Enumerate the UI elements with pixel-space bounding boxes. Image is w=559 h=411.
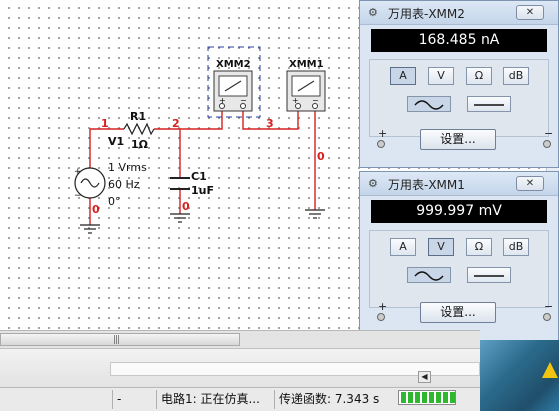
meter-title: 万用表-XMM2 (388, 7, 465, 21)
meter-title: 万用表-XMM1 (388, 178, 465, 192)
source-phase: 0° (108, 195, 121, 208)
desktop-background (480, 340, 559, 411)
multimeter-icon: ⚙ (368, 177, 378, 190)
multimeter-window-xmm1: ⚙ 万用表-XMM1 ✕ 999.997 mV A V Ω dB + 设置...… (359, 171, 559, 341)
meter-reading: 999.997 mV (371, 200, 547, 223)
ammeter-button[interactable]: A (390, 238, 416, 256)
xmm1-label: XMM1 (289, 59, 324, 70)
warning-icon (542, 362, 558, 378)
horizontal-scrollbar[interactable]: ||| (0, 330, 480, 348)
xmm1-minus-label: − (312, 96, 319, 105)
plus-terminal-label: + (378, 300, 388, 313)
node-label-3: 3 (266, 117, 274, 130)
minus-terminal-label: − (544, 127, 554, 140)
resistor-name: R1 (130, 110, 146, 123)
source-name: V1 (108, 135, 124, 148)
meter-titlebar[interactable]: ⚙ 万用表-XMM2 ✕ (360, 1, 558, 25)
multimeter-window-xmm2: ⚙ 万用表-XMM2 ✕ 168.485 nA A V Ω dB + 设置...… (359, 0, 559, 168)
plus-terminal[interactable] (377, 140, 385, 148)
settings-button[interactable]: 设置... (420, 302, 496, 323)
dc-mode-button[interactable] (467, 96, 511, 112)
capacitor-name: C1 (191, 170, 207, 183)
node-label-2: 2 (172, 117, 180, 130)
status-cell-1: - (112, 390, 156, 409)
decibel-button[interactable]: dB (503, 238, 529, 256)
previous-arrow-icon[interactable]: ◀ (418, 371, 431, 383)
sine-wave-icon (414, 271, 444, 281)
meter-control-panel: A V Ω dB (369, 230, 549, 308)
simulation-status: 电路1: 正在仿真... (156, 390, 274, 409)
settings-button[interactable]: 设置... (420, 129, 496, 150)
meter-control-panel: A V Ω dB (369, 59, 549, 137)
ground-symbols (80, 209, 325, 234)
xmm1-symbol[interactable] (286, 70, 326, 112)
ac-mode-button[interactable] (407, 267, 451, 283)
meter-titlebar[interactable]: ⚙ 万用表-XMM1 ✕ (360, 172, 558, 196)
dc-line-icon (474, 275, 504, 277)
capacitor-value: 1uF (191, 184, 214, 197)
decibel-button[interactable]: dB (503, 67, 529, 85)
ac-mode-button[interactable] (407, 96, 451, 112)
node-label-ground-xmm1: 0 (317, 150, 325, 163)
xmm1-plus-label: + (292, 96, 299, 105)
plus-terminal-label: + (378, 127, 388, 140)
xmm2-minus-label: − (240, 96, 247, 105)
node-label-ground-cap: 0 (182, 200, 190, 213)
ac-source-symbol: + − (74, 167, 106, 201)
minus-terminal[interactable] (543, 313, 551, 321)
svg-text:+: + (74, 167, 82, 177)
simulation-progress-bar (398, 390, 456, 405)
ammeter-button[interactable]: A (390, 67, 416, 85)
dc-line-icon (474, 104, 504, 106)
plus-terminal[interactable] (377, 313, 385, 321)
capacitor-symbol (170, 177, 190, 190)
ohmmeter-button[interactable]: Ω (466, 238, 492, 256)
minus-terminal[interactable] (543, 140, 551, 148)
multimeter-icon: ⚙ (368, 6, 378, 19)
node-label-1: 1 (101, 117, 109, 130)
xmm2-symbol[interactable] (213, 70, 253, 112)
transfer-function-time: 传递函数: 7.343 s (274, 390, 396, 409)
minus-terminal-label: − (544, 300, 554, 313)
xmm2-label: XMM2 (216, 59, 251, 70)
voltmeter-button[interactable]: V (428, 238, 454, 256)
node-label-ground-source: 0 (92, 203, 100, 216)
voltmeter-button[interactable]: V (428, 67, 454, 85)
grip-icon: ||| (113, 335, 120, 345)
resistor-value: 1Ω (131, 138, 149, 151)
wire-xmm2-plus (207, 111, 223, 130)
svg-text:−: − (74, 191, 82, 201)
sine-wave-icon (414, 100, 444, 110)
scrollbar-thumb[interactable]: ||| (0, 333, 240, 346)
close-button[interactable]: ✕ (516, 176, 544, 191)
ohmmeter-button[interactable]: Ω (466, 67, 492, 85)
close-button[interactable]: ✕ (516, 5, 544, 20)
dc-mode-button[interactable] (467, 267, 511, 283)
meter-reading: 168.485 nA (371, 29, 547, 52)
source-voltage: 1 Vrms (108, 161, 147, 174)
sheet-navigation: ◀ ▶ (418, 364, 448, 402)
xmm2-plus-label: + (219, 96, 226, 105)
resistor-symbol (123, 122, 155, 136)
source-frequency: 60 Hz (108, 178, 140, 191)
